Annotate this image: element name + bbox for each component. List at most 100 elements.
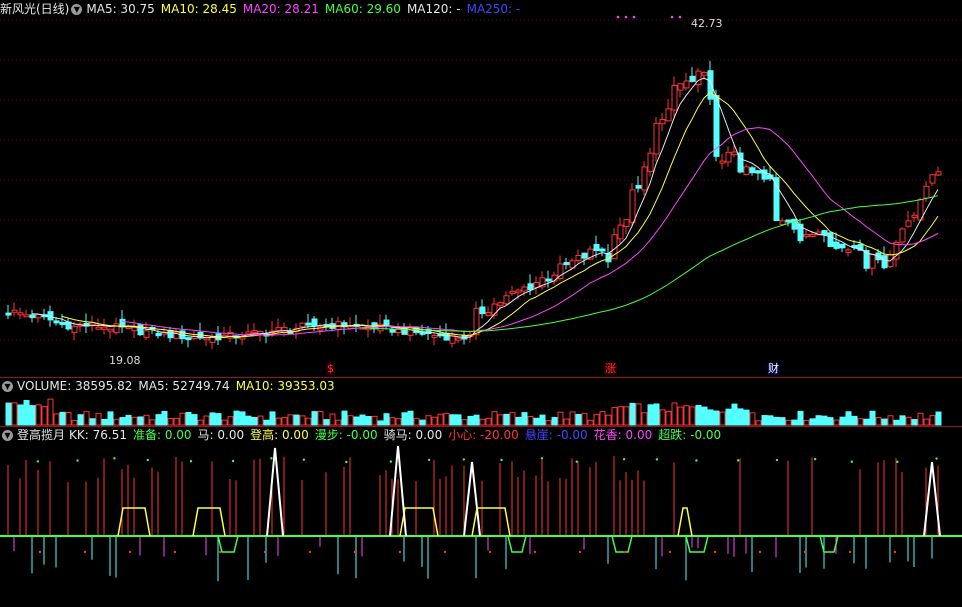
volume-bar: [887, 415, 894, 426]
indicator-dot: [443, 550, 447, 554]
indicator-dot: [488, 550, 492, 554]
candle-body: [11, 309, 18, 313]
volume-bar: [491, 411, 498, 426]
volume-bar: [875, 417, 882, 426]
indicator-dot: [813, 457, 817, 461]
volume-bar: [221, 419, 228, 426]
candle-body: [167, 330, 174, 339]
candle-body: [509, 291, 516, 295]
volume-bar: [509, 412, 516, 426]
volume-bar: [377, 420, 384, 426]
candle-body: [431, 334, 438, 338]
volume-bar: [905, 416, 912, 426]
candle-body: [311, 318, 318, 327]
volume-bar: [461, 419, 468, 426]
candle-body: [635, 185, 642, 189]
indicator-dot: [189, 460, 193, 463]
candle-body: [905, 220, 912, 227]
volume-bar: [629, 402, 636, 426]
candle-body: [515, 289, 522, 293]
volume-bar: [617, 406, 624, 426]
volume-bar: [647, 404, 654, 426]
volume-bar: [257, 415, 264, 426]
candle-body: [419, 331, 426, 335]
volume-bar: [167, 418, 174, 426]
candle-body: [671, 85, 678, 111]
volume-bar: [845, 411, 852, 426]
volume-bar: [431, 416, 438, 426]
candle-body: [275, 327, 282, 331]
candle-body: [617, 224, 624, 240]
candle-body: [479, 306, 486, 315]
volume-bar: [17, 404, 24, 426]
indicator-dot: [302, 458, 306, 461]
volume-bar: [215, 413, 222, 426]
volume-bar: [23, 400, 30, 426]
indicator-dot: [263, 550, 267, 554]
volume-bar: [695, 404, 702, 426]
finance-marker[interactable]: 财: [767, 363, 780, 375]
candle-body: [707, 70, 714, 100]
volume-bar: [653, 403, 660, 426]
indicator-dot: [896, 460, 899, 464]
candle-body: [59, 321, 66, 325]
candle-body: [383, 319, 390, 326]
dividend-marker[interactable]: $: [326, 363, 335, 375]
volume-bar: [533, 417, 540, 426]
high-price-label: 42.73: [691, 17, 723, 30]
volume-bar: [89, 418, 96, 426]
volume-bar: [791, 419, 798, 426]
volume-bar: [413, 417, 420, 426]
volume-bar: [497, 414, 504, 426]
volume-bar: [851, 415, 858, 426]
candle-body: [623, 219, 630, 228]
indicator-dot: [713, 550, 717, 554]
volume-bar: [53, 413, 60, 426]
indicator-dot: [758, 550, 762, 554]
volume-bar: [881, 418, 888, 426]
volume-bar: [479, 418, 486, 426]
candle-body: [29, 314, 36, 319]
volume-bar: [425, 415, 432, 426]
volume-bar: [233, 410, 240, 426]
volume-bar: [545, 420, 552, 426]
volume-bar: [713, 410, 720, 426]
volume-bar: [911, 419, 918, 426]
volume-bar: [821, 415, 828, 426]
volume-bar: [389, 417, 396, 426]
signal-dot: [678, 15, 682, 19]
volume-bar: [197, 419, 204, 426]
volume-bar: [671, 402, 678, 426]
volume-bar: [863, 418, 870, 426]
volume-bar: [95, 412, 102, 426]
indicator-dot: [427, 458, 431, 462]
volume-bar: [59, 411, 66, 426]
candle-body: [869, 254, 876, 269]
indicator-dot: [695, 459, 698, 462]
volume-bar: [683, 405, 690, 426]
candle-body: [731, 151, 738, 156]
volume-bar: [737, 408, 744, 426]
volume-bar: [371, 415, 378, 426]
volume-bar: [251, 416, 258, 426]
candle-body: [929, 174, 936, 184]
volume-bar: [749, 412, 756, 426]
indicator-dot: [736, 459, 740, 462]
volume-bar: [689, 406, 696, 426]
candle-body: [485, 312, 492, 316]
chart-canvas[interactable]: [0, 0, 962, 607]
volume-bar: [557, 411, 564, 426]
volume-bar: [209, 412, 216, 426]
volume-bar: [173, 417, 180, 426]
indicator-spike: [266, 447, 284, 537]
indicator-dot: [500, 458, 503, 462]
limit-up-marker[interactable]: 涨: [604, 363, 617, 375]
candle-body: [503, 295, 510, 305]
candle-body: [593, 244, 600, 251]
ma5-line: [31, 77, 939, 339]
volume-bar: [239, 411, 246, 426]
candle-body: [719, 160, 726, 164]
candle-body: [107, 328, 114, 332]
volume-bar: [467, 415, 474, 426]
volume-bar: [281, 417, 288, 426]
